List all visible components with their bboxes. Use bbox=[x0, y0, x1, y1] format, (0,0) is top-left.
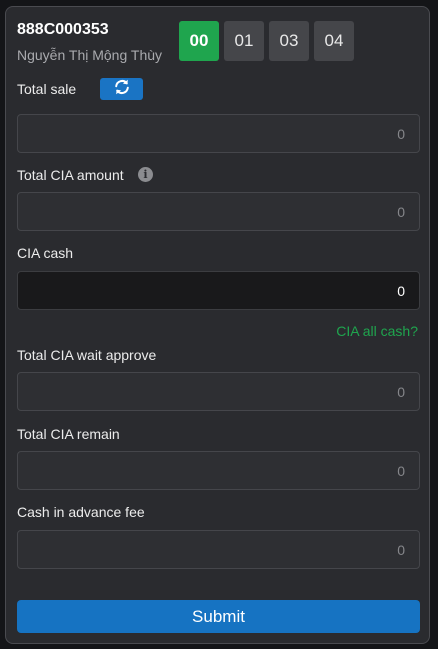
cia-cash-input[interactable]: 0 bbox=[17, 271, 420, 310]
time-tab-01[interactable]: 01 bbox=[224, 21, 264, 61]
time-tab-04[interactable]: 04 bbox=[314, 21, 354, 61]
total-cia-wait-approve-field: 0 bbox=[17, 372, 420, 411]
account-name: Nguyễn Thị Mộng Thùy bbox=[17, 47, 163, 63]
total-cia-amount-value: 0 bbox=[397, 203, 405, 220]
account-id: 888C000353 bbox=[17, 21, 109, 38]
cash-advance-panel: 888C000353 Nguyễn Thị Mộng Thùy 00 01 03… bbox=[5, 6, 430, 644]
total-cia-wait-approve-value: 0 bbox=[397, 383, 405, 400]
total-cia-amount-field: 0 bbox=[17, 192, 420, 231]
total-cia-remain-label: Total CIA remain bbox=[17, 426, 120, 442]
cash-in-advance-fee-label: Cash in advance fee bbox=[17, 504, 145, 520]
time-tab-03[interactable]: 03 bbox=[269, 21, 309, 61]
cia-cash-label: CIA cash bbox=[17, 245, 74, 261]
cia-all-cash-link[interactable]: CIA all cash? bbox=[336, 323, 418, 339]
total-cia-wait-approve-label: Total CIA wait approve bbox=[17, 347, 157, 363]
total-sale-label: Total sale bbox=[17, 81, 77, 97]
info-icon[interactable]: i bbox=[138, 167, 153, 182]
total-cia-remain-value: 0 bbox=[397, 462, 405, 479]
cia-cash-value: 0 bbox=[397, 282, 405, 299]
cash-in-advance-fee-field: 0 bbox=[17, 530, 420, 569]
submit-button[interactable]: Submit bbox=[17, 600, 420, 633]
total-sale-field: 0 bbox=[17, 114, 420, 153]
total-cia-amount-label: Total CIA amount bbox=[17, 167, 124, 183]
time-tab-00[interactable]: 00 bbox=[179, 21, 219, 61]
refresh-icon bbox=[112, 77, 132, 102]
total-cia-remain-field: 0 bbox=[17, 451, 420, 490]
cash-in-advance-fee-value: 0 bbox=[397, 541, 405, 558]
total-sale-value: 0 bbox=[397, 125, 405, 142]
refresh-button[interactable] bbox=[100, 78, 143, 100]
